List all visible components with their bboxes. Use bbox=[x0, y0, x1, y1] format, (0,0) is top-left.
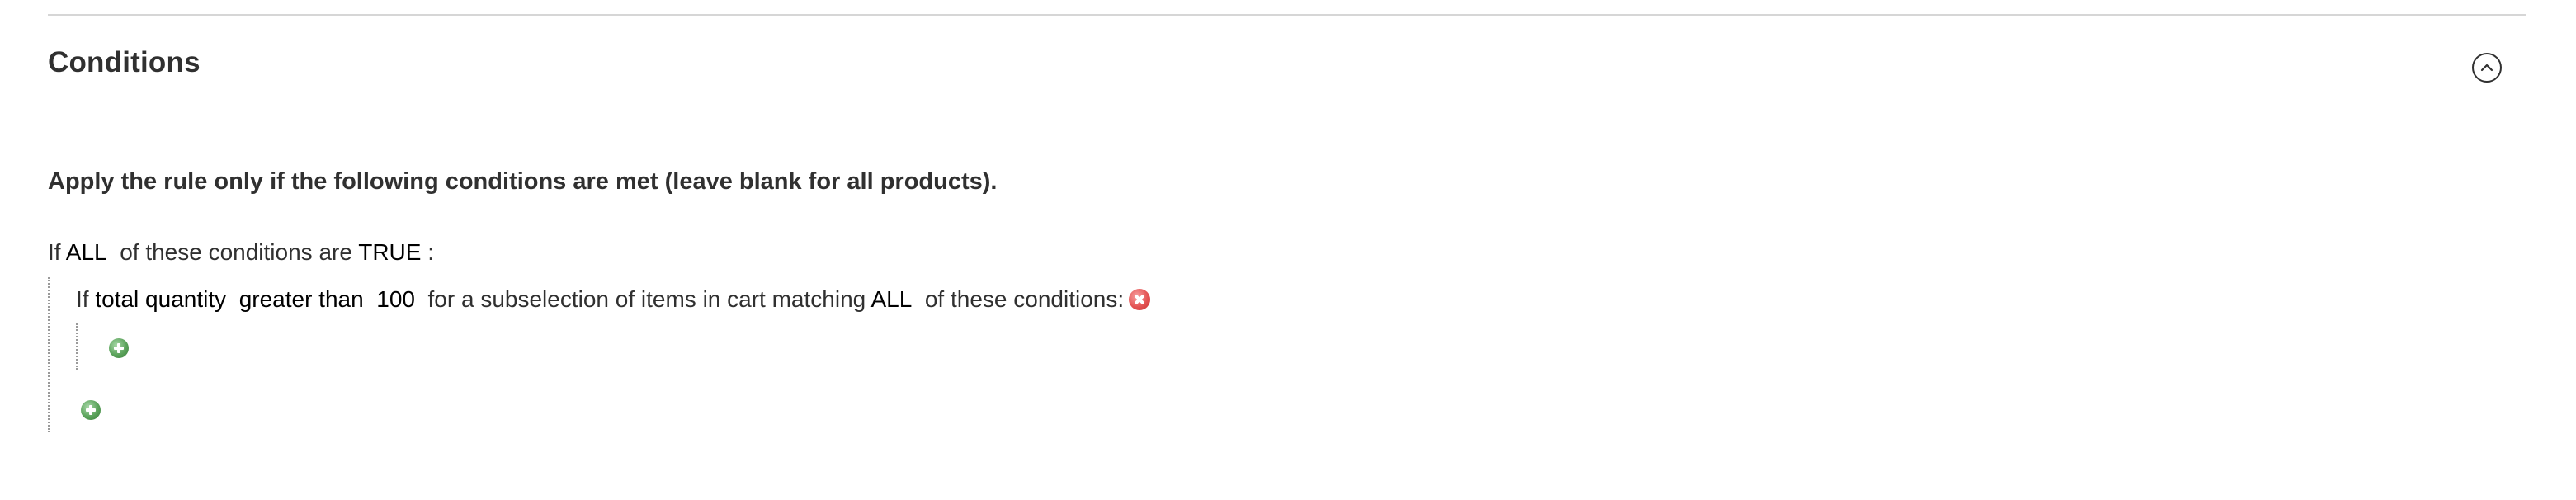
add-condition-icon[interactable] bbox=[81, 400, 101, 420]
sub-condition-text: for a subselection of items in cart matc… bbox=[427, 286, 866, 312]
sub-value-input[interactable]: 100 bbox=[376, 286, 415, 312]
root-value-selector[interactable]: TRUE bbox=[358, 239, 421, 265]
sub-attribute-selector[interactable]: total quantity bbox=[95, 286, 226, 312]
sub-condition-tree-line bbox=[76, 323, 78, 370]
root-condition: If ALL of these conditions are TRUE : bbox=[48, 238, 434, 267]
root-aggregator-selector[interactable]: ALL bbox=[66, 239, 107, 265]
root-condition-text: of these conditions are bbox=[120, 239, 352, 265]
sub-condition: If total quantity greater than 100 for a… bbox=[76, 285, 1151, 314]
root-condition-suffix: : bbox=[427, 239, 435, 265]
sub-condition-suffix: of these conditions: bbox=[924, 286, 1125, 312]
remove-icon[interactable] bbox=[1129, 288, 1151, 310]
add-condition-icon[interactable] bbox=[109, 338, 129, 358]
root-condition-prefix: If bbox=[48, 239, 61, 265]
section-divider bbox=[48, 14, 2526, 16]
collapse-section-button[interactable] bbox=[2472, 53, 2502, 83]
chevron-up-icon bbox=[2480, 64, 2493, 72]
sub-condition-prefix: If bbox=[76, 286, 89, 312]
section-title: Conditions bbox=[48, 46, 201, 78]
sub-operator-selector[interactable]: greater than bbox=[239, 286, 364, 312]
root-condition-tree-line bbox=[48, 277, 50, 432]
conditions-instruction: Apply the rule only if the following con… bbox=[48, 168, 998, 195]
sub-aggregator-selector[interactable]: ALL bbox=[870, 286, 912, 312]
